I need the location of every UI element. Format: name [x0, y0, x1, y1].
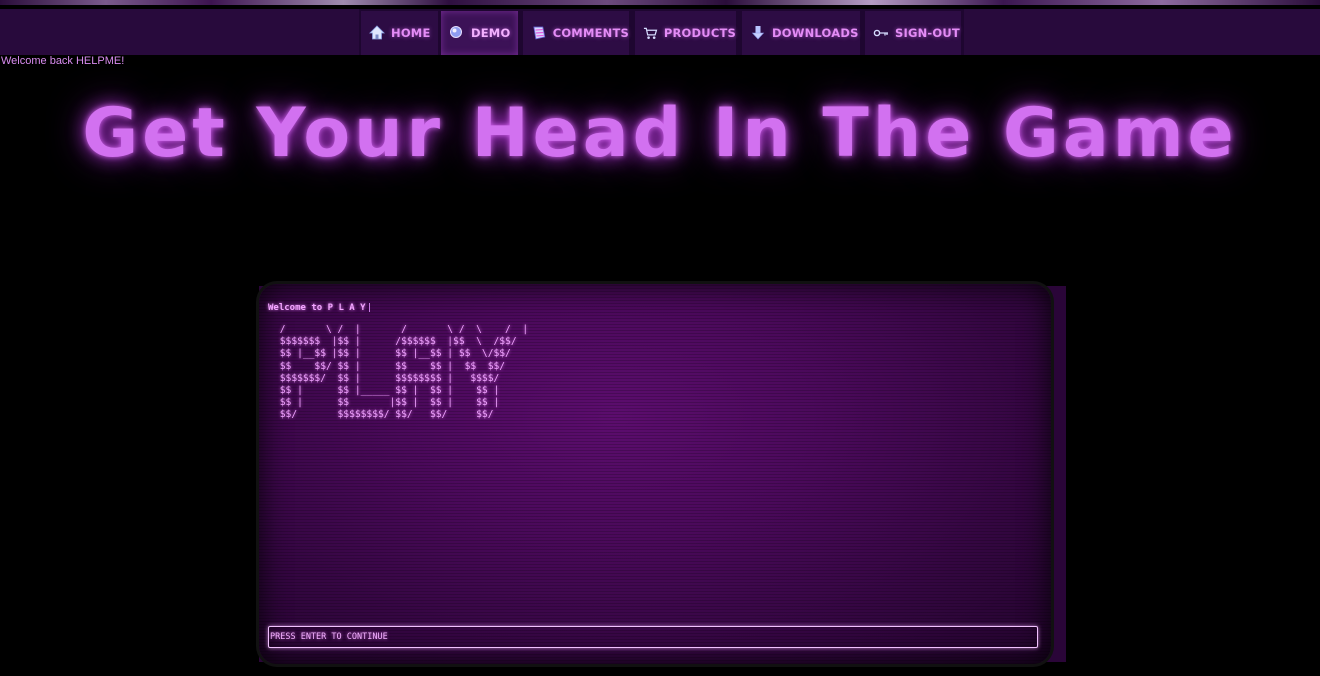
nav-item-comments[interactable]: COMMENTS	[523, 11, 629, 55]
nav-item-downloads[interactable]: DOWNLOADS	[742, 11, 860, 55]
nav-menu: HOME DEMO COMMENTS PRODUCTS DOWNLOADS SI…	[359, 9, 964, 55]
nav-item-sign-out[interactable]: SIGN-OUT	[865, 11, 961, 55]
nav-label-comments: COMMENTS	[552, 26, 629, 40]
nav-item-home[interactable]: HOME	[361, 11, 438, 55]
key-icon	[873, 29, 888, 37]
top-decor-strip	[0, 0, 1320, 5]
comments-icon	[533, 26, 546, 40]
page-headline: Get Your Head In The Game	[82, 94, 1238, 173]
nav-label-demo: DEMO	[471, 26, 511, 40]
nav-label-home: HOME	[391, 26, 431, 40]
terminal-title: Welcome to P L A Y	[268, 303, 370, 313]
cart-icon	[643, 27, 658, 39]
terminal-title-text: Welcome to P L A Y	[268, 303, 366, 313]
nav-item-products[interactable]: PRODUCTS	[635, 11, 736, 55]
page: HOME DEMO COMMENTS PRODUCTS DOWNLOADS SI…	[0, 0, 1320, 676]
nav-label-downloads: DOWNLOADS	[772, 26, 859, 40]
nav-item-demo[interactable]: DEMO	[441, 11, 518, 55]
home-icon	[369, 25, 385, 40]
welcome-message: Welcome back HELPME!	[1, 55, 125, 67]
terminal-prompt-text: PRESS ENTER TO CONTINUE	[270, 632, 388, 642]
nav-label-products: PRODUCTS	[663, 26, 736, 40]
ascii-play-logo: / \ / | / \ / \ / | $$$$$$$ |$$ | /$$$$$…	[279, 324, 529, 421]
download-icon	[751, 26, 765, 40]
game-terminal[interactable]: Welcome to P L A Y / \ / | / \ / \ / | $…	[259, 284, 1051, 664]
demo-icon	[450, 26, 462, 38]
text-cursor	[368, 303, 370, 312]
terminal-input[interactable]: PRESS ENTER TO CONTINUE	[268, 626, 1038, 648]
nav-label-sign-out: SIGN-OUT	[895, 26, 960, 40]
nav-bar: HOME DEMO COMMENTS PRODUCTS DOWNLOADS SI…	[0, 9, 1320, 55]
